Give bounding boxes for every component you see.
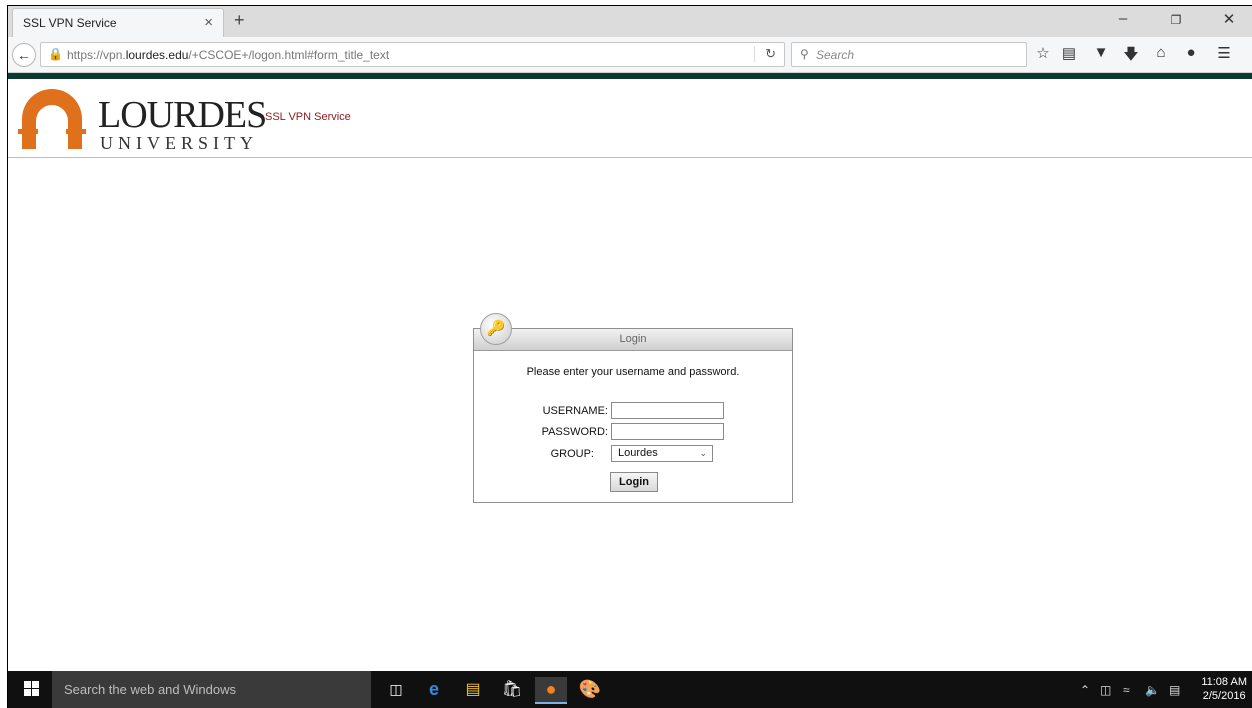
login-button[interactable]: Login	[610, 472, 658, 492]
reload-icon[interactable]: ↻	[754, 46, 776, 62]
clock-date: 2/5/2016	[1202, 690, 1246, 702]
browser-tab[interactable]: SSL VPN Service ×	[12, 8, 224, 37]
tab-close-icon[interactable]: ×	[204, 14, 213, 31]
tab-bar: SSL VPN Service × + – ❐ ✕	[8, 6, 1252, 37]
university-arch-logo	[18, 89, 86, 149]
file-explorer-icon[interactable]: ▤	[457, 677, 489, 702]
minimize-button[interactable]: –	[1108, 10, 1138, 27]
bookmarks-icon[interactable]: ▤	[1058, 44, 1080, 62]
edge-icon[interactable]: e	[418, 677, 450, 702]
taskbar-search-input[interactable]: Search the web and Windows	[52, 671, 371, 708]
search-input[interactable]: ⚲ Search	[791, 42, 1027, 67]
network-icon[interactable]: ◫	[1100, 683, 1111, 697]
taskbar-clock[interactable]: 11:08 AM 2/5/2016	[1201, 675, 1247, 703]
group-select[interactable]: Lourdes ⌄	[611, 445, 713, 462]
service-name: SSL VPN Service	[265, 111, 351, 123]
downloads-icon[interactable]: 🡇	[1120, 44, 1142, 69]
wifi-icon[interactable]: ≈	[1123, 683, 1130, 697]
task-view-icon[interactable]: ◫	[380, 677, 412, 702]
firefox-icon[interactable]: ●	[535, 677, 567, 704]
windows-start-icon[interactable]	[24, 681, 40, 697]
username-field[interactable]	[611, 402, 724, 419]
close-window-button[interactable]: ✕	[1214, 10, 1244, 28]
chevron-down-icon: ⌄	[699, 448, 707, 458]
group-label: GROUP:	[550, 448, 594, 460]
tab-title: SSL VPN Service	[23, 16, 117, 30]
browser-window: SSL VPN Service × + – ❐ ✕ ← 🔒 https://vp…	[7, 5, 1252, 708]
taskbar-search-placeholder: Search the web and Windows	[64, 682, 236, 697]
page-content: LOURDES UNIVERSITY SSL VPN Service Login…	[8, 73, 1252, 671]
pocket-icon[interactable]: ▼	[1090, 44, 1112, 61]
star-icon[interactable]: ☆	[1032, 44, 1054, 62]
logo-wordmark: LOURDES	[98, 94, 267, 136]
password-label: PASSWORD:	[541, 426, 608, 438]
group-select-value: Lourdes	[618, 447, 658, 459]
username-label: USERNAME:	[542, 405, 608, 417]
login-prompt: Please enter your username and password.	[526, 366, 740, 378]
search-icon: ⚲	[800, 47, 809, 61]
store-icon[interactable]: 🛍	[496, 677, 528, 702]
login-panel: Login 🔑 Please enter your username and p…	[473, 313, 793, 503]
keys-icon: 🔑	[480, 313, 512, 345]
chevron-up-icon[interactable]: ⌃	[1080, 683, 1090, 697]
clock-time: 11:08 AM	[1201, 676, 1247, 688]
notifications-icon[interactable]: ▤	[1169, 683, 1180, 697]
site-header: LOURDES UNIVERSITY SSL VPN Service	[8, 79, 1252, 158]
password-field[interactable]	[611, 423, 724, 440]
logo-subtitle: UNIVERSITY	[100, 133, 258, 153]
menu-icon[interactable]: ☰	[1213, 44, 1235, 62]
navigation-bar: ← 🔒 https://vpn.lourdes.edu/+CSCOE+/logo…	[8, 37, 1252, 73]
new-tab-button[interactable]: +	[234, 10, 245, 31]
restore-button[interactable]: ❐	[1161, 13, 1191, 27]
address-bar[interactable]: 🔒 https://vpn.lourdes.edu/+CSCOE+/logon.…	[40, 42, 785, 67]
volume-icon[interactable]: 🔈	[1145, 683, 1160, 697]
url-text: https://vpn.lourdes.edu/+CSCOE+/logon.ht…	[67, 48, 390, 62]
chat-icon[interactable]: ●	[1180, 44, 1202, 61]
lock-icon: 🔒	[48, 47, 63, 61]
paint-icon[interactable]: 🎨	[574, 677, 606, 702]
home-icon[interactable]: ⌂	[1150, 44, 1172, 61]
search-placeholder: Search	[816, 48, 855, 62]
back-arrow-icon[interactable]: ←	[12, 43, 36, 67]
login-title: Login	[474, 329, 792, 351]
windows-taskbar: Search the web and Windows ◫ e ▤ 🛍 ● 🎨 ⌃…	[8, 671, 1252, 708]
